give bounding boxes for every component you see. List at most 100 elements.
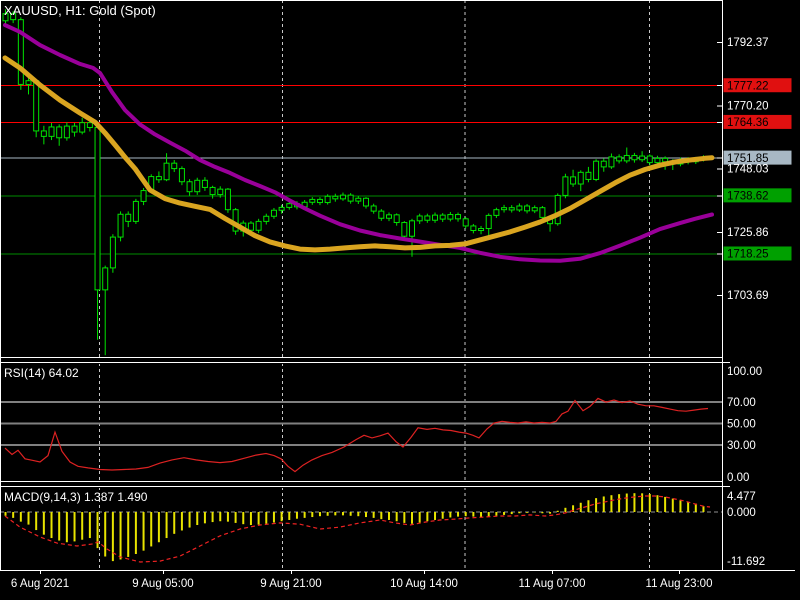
- candle-body: [609, 157, 614, 167]
- candle-body: [463, 219, 468, 226]
- candle-body: [363, 198, 368, 206]
- candle-body: [479, 229, 484, 231]
- price-axis-label: 1703.69: [727, 290, 769, 302]
- price-axis-label: 1738.62: [727, 191, 769, 203]
- candle-body: [494, 210, 499, 216]
- candle-body: [87, 123, 92, 128]
- candle-body: [195, 180, 200, 191]
- time-axis-label: 11 Aug 07:00: [519, 578, 586, 590]
- candle-body: [425, 216, 430, 220]
- candle-body: [356, 198, 361, 201]
- candle-body: [471, 226, 476, 231]
- rsi-axis-label: 0.00: [727, 472, 749, 484]
- candle-body: [379, 211, 384, 218]
- candle-body: [80, 123, 85, 132]
- candle-body: [632, 155, 637, 159]
- candle-body: [248, 223, 253, 230]
- rsi-axis-label: 50.00: [727, 419, 756, 431]
- candle-body: [578, 172, 583, 184]
- time-axis-label: 9 Aug 21:00: [260, 578, 321, 590]
- time-axis-label: 11 Aug 23:00: [646, 578, 713, 590]
- candle-body: [394, 215, 399, 223]
- candle-body: [655, 158, 660, 162]
- candle-body: [540, 208, 545, 218]
- candle-body: [509, 208, 514, 210]
- candle-body: [502, 208, 507, 210]
- candle-body: [617, 157, 622, 161]
- candle-body: [133, 201, 138, 221]
- candle-body: [647, 156, 652, 163]
- candle-body: [11, 14, 16, 20]
- candle-body: [433, 215, 438, 220]
- time-axis-label: 6 Aug 2021: [11, 578, 69, 590]
- candle-body: [348, 195, 353, 201]
- candle-body: [141, 191, 146, 202]
- rsi-axis-label: 100.00: [727, 366, 762, 378]
- candle-body: [256, 221, 261, 230]
- candle-body: [218, 189, 223, 194]
- candle-body: [187, 182, 192, 192]
- candle-body: [417, 216, 422, 221]
- candle-body: [26, 81, 31, 85]
- macd-axis-label: 4.477: [727, 491, 756, 503]
- candle-body: [57, 127, 62, 138]
- candle-body: [624, 155, 629, 160]
- price-axis-label: 1718.25: [727, 249, 769, 261]
- candle-body: [440, 215, 445, 219]
- candle-body: [571, 177, 576, 184]
- candle-body: [225, 189, 230, 210]
- price-axis-label: 1770.20: [727, 100, 769, 112]
- candle-body: [34, 81, 39, 131]
- candle-body: [271, 210, 276, 216]
- price-axis-label: 1792.37: [727, 37, 769, 49]
- candle-body: [103, 268, 108, 290]
- rsi-axis-label: 30.00: [727, 440, 756, 452]
- candle-body: [325, 196, 330, 202]
- candle-body: [210, 187, 215, 194]
- candle-body: [64, 126, 69, 138]
- candle-body: [555, 195, 560, 223]
- candle-body: [448, 215, 453, 220]
- candle-body: [164, 163, 169, 180]
- candle-body: [410, 221, 415, 236]
- candle-body: [179, 169, 184, 182]
- candle-body: [41, 131, 46, 136]
- candle-body: [525, 206, 530, 211]
- time-axis-label: 10 Aug 14:00: [390, 578, 458, 590]
- candle-body: [172, 163, 177, 168]
- candle-body: [486, 215, 491, 228]
- candle-body: [279, 207, 284, 210]
- candle-body: [532, 208, 537, 211]
- candle-body: [601, 161, 606, 167]
- candle-body: [317, 199, 322, 202]
- candle-body: [333, 196, 338, 199]
- price-axis-label: 1748.03: [727, 164, 769, 176]
- candle-body: [156, 177, 161, 180]
- time-axis-label: 9 Aug 05:00: [132, 578, 193, 590]
- candle-body: [586, 172, 591, 179]
- candle-body: [95, 128, 100, 290]
- macd-axis-label: 0.000: [727, 507, 756, 519]
- rsi-axis-label: 70.00: [727, 397, 756, 409]
- chart-canvas[interactable]: 1792.371777.221770.201764.361751.851748.…: [0, 0, 800, 600]
- candle-body: [202, 180, 207, 187]
- candle-body: [287, 204, 292, 208]
- candle-body: [456, 215, 461, 219]
- candle-body: [594, 161, 599, 179]
- candle-body: [371, 206, 376, 211]
- candle-body: [340, 195, 345, 199]
- price-axis-label: 1725.86: [727, 227, 769, 239]
- candle-body: [72, 126, 77, 132]
- price-axis-label: 1764.36: [727, 117, 769, 129]
- candle-body: [310, 199, 315, 202]
- candle-body: [126, 214, 131, 221]
- candle-body: [402, 223, 407, 237]
- macd-axis-label: -11.692: [727, 556, 765, 568]
- candle-body: [640, 156, 645, 160]
- candle-body: [110, 237, 115, 268]
- candle-body: [517, 206, 522, 210]
- candle-body: [49, 127, 54, 136]
- price-axis-label: 1777.22: [727, 80, 769, 92]
- trading-chart-window: 1792.371777.221770.201764.361751.851748.…: [0, 0, 800, 600]
- candle-body: [3, 14, 8, 21]
